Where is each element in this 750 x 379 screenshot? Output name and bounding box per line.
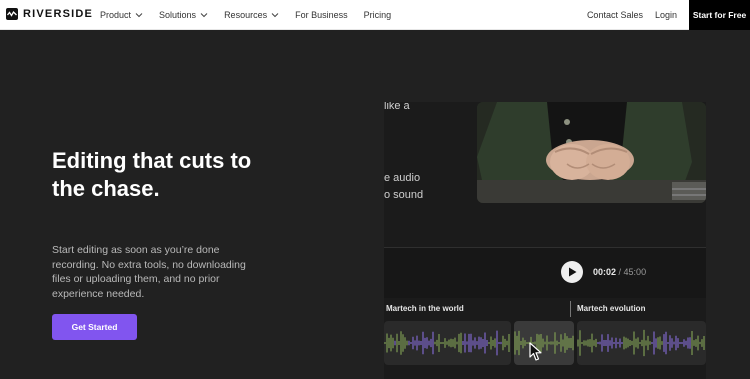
transcript-line: o sound (384, 189, 424, 201)
nav-item-label: Solutions (159, 10, 197, 20)
editor-preview: like a e audio o sound 00:02 / 45:00 Mar… (384, 102, 706, 379)
waveform (577, 329, 705, 357)
time-separator: / (616, 267, 624, 277)
chevron-down-icon (135, 13, 143, 18)
transcript-line: e audio (384, 172, 421, 184)
playback-time: 00:02 / 45:00 (593, 267, 646, 277)
nav-item-label: Pricing (363, 10, 392, 20)
nav-item-label: For Business (295, 10, 348, 20)
get-started-button[interactable]: Get Started (52, 314, 137, 340)
chevron-down-icon (271, 13, 279, 18)
total-time: 45:00 (623, 267, 647, 277)
nav-links: Product Solutions Resources For Business… (100, 0, 407, 30)
nav-item-resources[interactable]: Resources (224, 10, 279, 20)
brand-name: RIVERSIDE (23, 8, 94, 20)
video-frame-illustration (477, 102, 706, 203)
mouse-pointer-icon (529, 342, 542, 361)
chevron-down-icon (200, 13, 208, 18)
nav-item-label: Resources (224, 10, 268, 20)
start-for-free-button[interactable]: Start for Free (689, 0, 750, 30)
track-separator (570, 301, 571, 317)
waveform (384, 330, 510, 356)
waveform-logo-icon (6, 8, 18, 20)
hero-title: Editing that cuts to the chase. (52, 148, 252, 201)
nav-actions: Contact Sales Login Start for Free (587, 0, 750, 30)
track-label: Martech in the world (386, 304, 464, 313)
audio-timeline[interactable] (384, 321, 706, 365)
waveform (514, 330, 574, 356)
audio-clip[interactable] (384, 321, 511, 365)
hero-subtitle: Start editing as soon as you’re done rec… (52, 244, 246, 300)
play-button[interactable] (561, 261, 583, 283)
transcript-line: like a (384, 102, 410, 112)
audio-clip-selected[interactable] (514, 321, 574, 365)
audio-clip[interactable] (577, 321, 706, 365)
nav-item-solutions[interactable]: Solutions (159, 10, 208, 20)
nav-item-for-business[interactable]: For Business (295, 10, 348, 20)
play-icon (568, 267, 576, 277)
brand-logo[interactable]: RIVERSIDE (6, 8, 93, 20)
nav-item-label: Product (100, 10, 132, 20)
track-labels: Martech in the world Martech evolution (384, 301, 706, 317)
transcript-panel: like a e audio o sound (384, 102, 479, 247)
nav-item-product[interactable]: Product (100, 10, 143, 20)
contact-sales-link[interactable]: Contact Sales (587, 10, 643, 20)
current-time: 00:02 (593, 267, 617, 277)
video-preview[interactable] (477, 102, 706, 203)
nav-item-pricing[interactable]: Pricing (364, 10, 392, 20)
track-label: Martech evolution (577, 304, 646, 313)
login-link[interactable]: Login (655, 10, 677, 20)
top-navigation: RIVERSIDE Product Solutions Resources Fo… (0, 0, 750, 30)
playback-controls: 00:02 / 45:00 (384, 248, 706, 298)
